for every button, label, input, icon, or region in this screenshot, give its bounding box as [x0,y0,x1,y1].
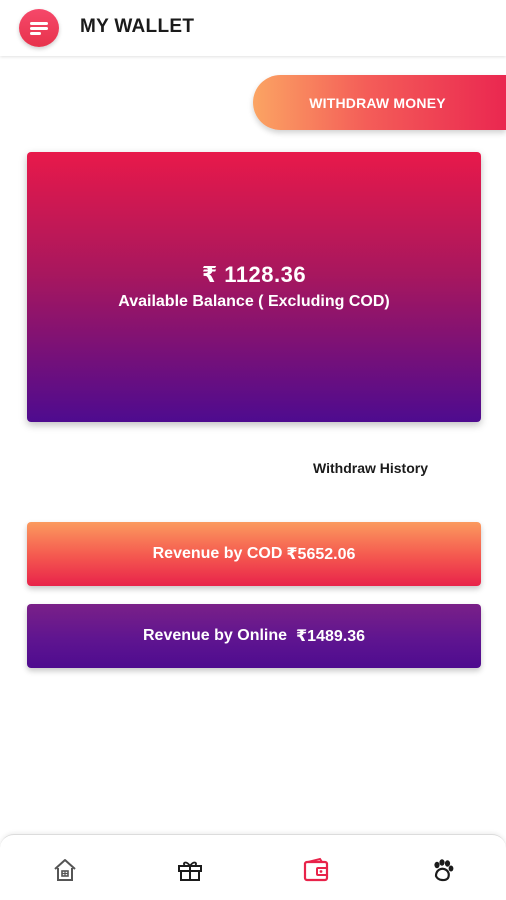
wallet-icon [303,857,329,882]
revenue-cod-value: ₹5652.06 [286,546,356,563]
hamburger-menu-icon [30,22,48,35]
nav-gift[interactable] [175,855,205,885]
app-header: MY WALLET [0,0,506,56]
withdraw-money-button[interactable]: WITHDRAW MONEY [253,75,506,130]
page-title: MY WALLET [80,16,195,37]
balance-amount: ₹ 1128.36 [201,262,307,287]
revenue-online-label: Revenue by Online [142,627,288,644]
paw-icon [434,859,454,882]
revenue-cod-label: Revenue by COD [152,545,283,562]
withdraw-history-link[interactable]: Withdraw History [313,460,428,476]
wallet-screen: MY WALLET WITHDRAW MONEY ₹ 1128.36 Avail… [0,0,506,900]
bottom-navigation [0,834,506,900]
menu-button[interactable] [19,9,59,47]
nav-home[interactable] [50,855,80,885]
nav-wallet[interactable] [301,855,331,885]
revenue-online-card[interactable]: Revenue by Online ₹1489.36 [27,604,481,668]
gift-icon [178,861,202,881]
nav-paw[interactable] [428,855,458,885]
revenue-online-value: ₹1489.36 [296,628,365,645]
home-icon [54,859,76,881]
revenue-cod-card[interactable]: Revenue by COD ₹5652.06 [27,522,481,586]
balance-label: Available Balance ( Excluding COD) [118,293,390,310]
balance-card: ₹ 1128.36 Available Balance ( Excluding … [27,152,481,422]
